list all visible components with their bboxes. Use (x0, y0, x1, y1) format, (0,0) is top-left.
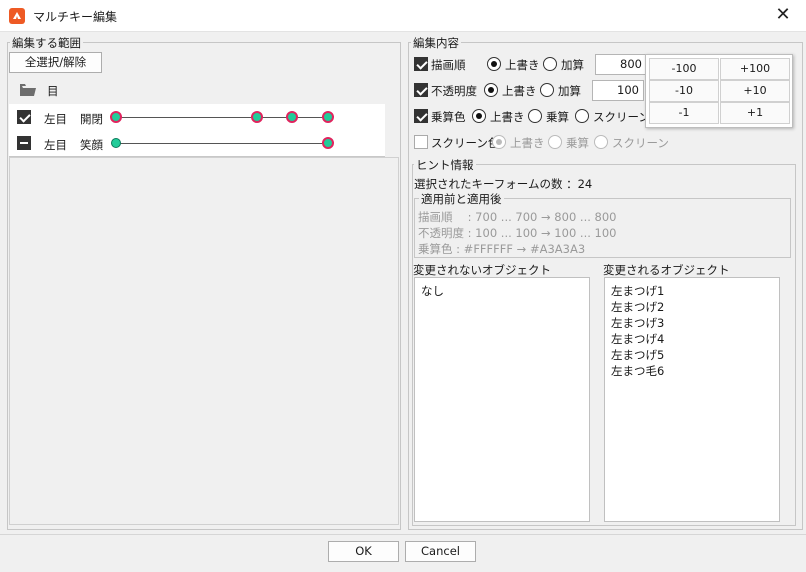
hint-group-label: ヒント情報 (414, 157, 476, 173)
multiply-overwrite-label: 上書き (490, 110, 525, 124)
ok-button[interactable]: OK (328, 541, 399, 562)
screen-multiply-radio[interactable] (548, 135, 562, 149)
list-item[interactable]: なし (421, 283, 444, 299)
multiply-multiply-radio[interactable] (528, 109, 542, 123)
draw-order-change: 描画順 : 700 ... 700 → 800 ... 800 (418, 210, 617, 224)
keyform-point[interactable] (322, 137, 334, 149)
row-sublabel: 笑顔 (80, 138, 103, 152)
list-item[interactable]: 左まつげ2 (611, 299, 664, 315)
row-checkbox[interactable] (17, 136, 31, 150)
multiply-color-change: 乗算色 : #FFFFFF → #A3A3A3 (418, 242, 586, 256)
draw-order-checkbox[interactable] (414, 57, 428, 71)
draw-order-input[interactable]: 800 (595, 54, 647, 75)
minus-100-button[interactable]: -100 (649, 58, 719, 80)
select-all-button[interactable]: 全選択/解除 (9, 52, 102, 73)
screen-multiply-label: 乗算 (566, 136, 589, 150)
changed-objects-label: 変更されるオブジェクト (603, 263, 730, 277)
before-after-label: 適用前と適用後 (419, 191, 504, 207)
plus-100-button[interactable]: +100 (720, 58, 790, 80)
minus-1-button[interactable]: -1 (649, 102, 719, 124)
range-list-area (9, 157, 399, 525)
minus-10-button[interactable]: -10 (649, 80, 719, 102)
list-item[interactable]: 左まつげ3 (611, 315, 664, 331)
screen-color-label: スクリーン色 (431, 136, 500, 150)
list-item[interactable]: 左まつげ1 (611, 283, 664, 299)
keyform-point[interactable] (111, 138, 121, 148)
plus-10-button[interactable]: +10 (720, 80, 790, 102)
opacity-label: 不透明度 (431, 84, 477, 98)
screen-color-checkbox[interactable] (414, 135, 428, 149)
window-title: マルチキー編集 (33, 10, 118, 24)
screen-overwrite-radio[interactable] (492, 135, 506, 149)
opacity-overwrite-radio[interactable] (484, 83, 498, 97)
plus-1-button[interactable]: +1 (720, 102, 790, 124)
unchanged-objects-label: 変更されないオブジェクト (413, 263, 551, 277)
draw-order-add-label: 加算 (561, 58, 584, 72)
screen-screen-label: スクリーン (612, 136, 669, 150)
opacity-input[interactable]: 100 (592, 80, 644, 101)
list-item[interactable]: 左まつげ4 (611, 331, 664, 347)
content-group-label: 編集内容 (411, 35, 461, 51)
selected-keyform-count: 選択されたキーフォームの数 ：24 (414, 177, 593, 191)
keyform-point[interactable] (110, 111, 122, 123)
multiply-screen-radio[interactable] (575, 109, 589, 123)
draw-order-add-radio[interactable] (543, 57, 557, 71)
opacity-add-radio[interactable] (540, 83, 554, 97)
cancel-button[interactable]: Cancel (405, 541, 476, 562)
row-checkbox[interactable] (17, 110, 31, 124)
list-item[interactable]: 左まつ毛6 (611, 363, 664, 379)
screen-overwrite-label: 上書き (510, 136, 545, 150)
folder-icon (20, 84, 36, 96)
footer-divider (0, 534, 806, 535)
opacity-checkbox[interactable] (414, 83, 428, 97)
multiply-color-checkbox[interactable] (414, 109, 428, 123)
draw-order-label: 描画順 (431, 58, 466, 72)
keyform-track (116, 143, 328, 144)
keyform-point[interactable] (322, 111, 334, 123)
app-logo-icon (9, 8, 25, 24)
row-label: 左目 (44, 138, 67, 152)
unchanged-objects-list[interactable] (414, 277, 590, 522)
opacity-overwrite-label: 上書き (502, 84, 537, 98)
folder-label: 目 (47, 84, 59, 98)
row-sublabel: 開閉 (80, 112, 103, 126)
range-group-label: 編集する範囲 (10, 35, 83, 51)
draw-order-overwrite-label: 上書き (505, 58, 540, 72)
draw-order-overwrite-radio[interactable] (487, 57, 501, 71)
opacity-add-label: 加算 (558, 84, 581, 98)
list-item[interactable]: 左まつげ5 (611, 347, 664, 363)
close-icon[interactable]: ✕ (772, 6, 794, 26)
multiply-overwrite-radio[interactable] (472, 109, 486, 123)
multiply-multiply-label: 乗算 (546, 110, 569, 124)
multiply-screen-label: スクリーン (593, 110, 650, 124)
keyform-point[interactable] (251, 111, 263, 123)
screen-screen-radio[interactable] (594, 135, 608, 149)
multiply-color-label: 乗算色 (431, 110, 466, 124)
title-bar (0, 0, 806, 32)
keyform-point[interactable] (286, 111, 298, 123)
row-label: 左目 (44, 112, 67, 126)
opacity-change: 不透明度 : 100 ... 100 → 100 ... 100 (418, 226, 617, 240)
